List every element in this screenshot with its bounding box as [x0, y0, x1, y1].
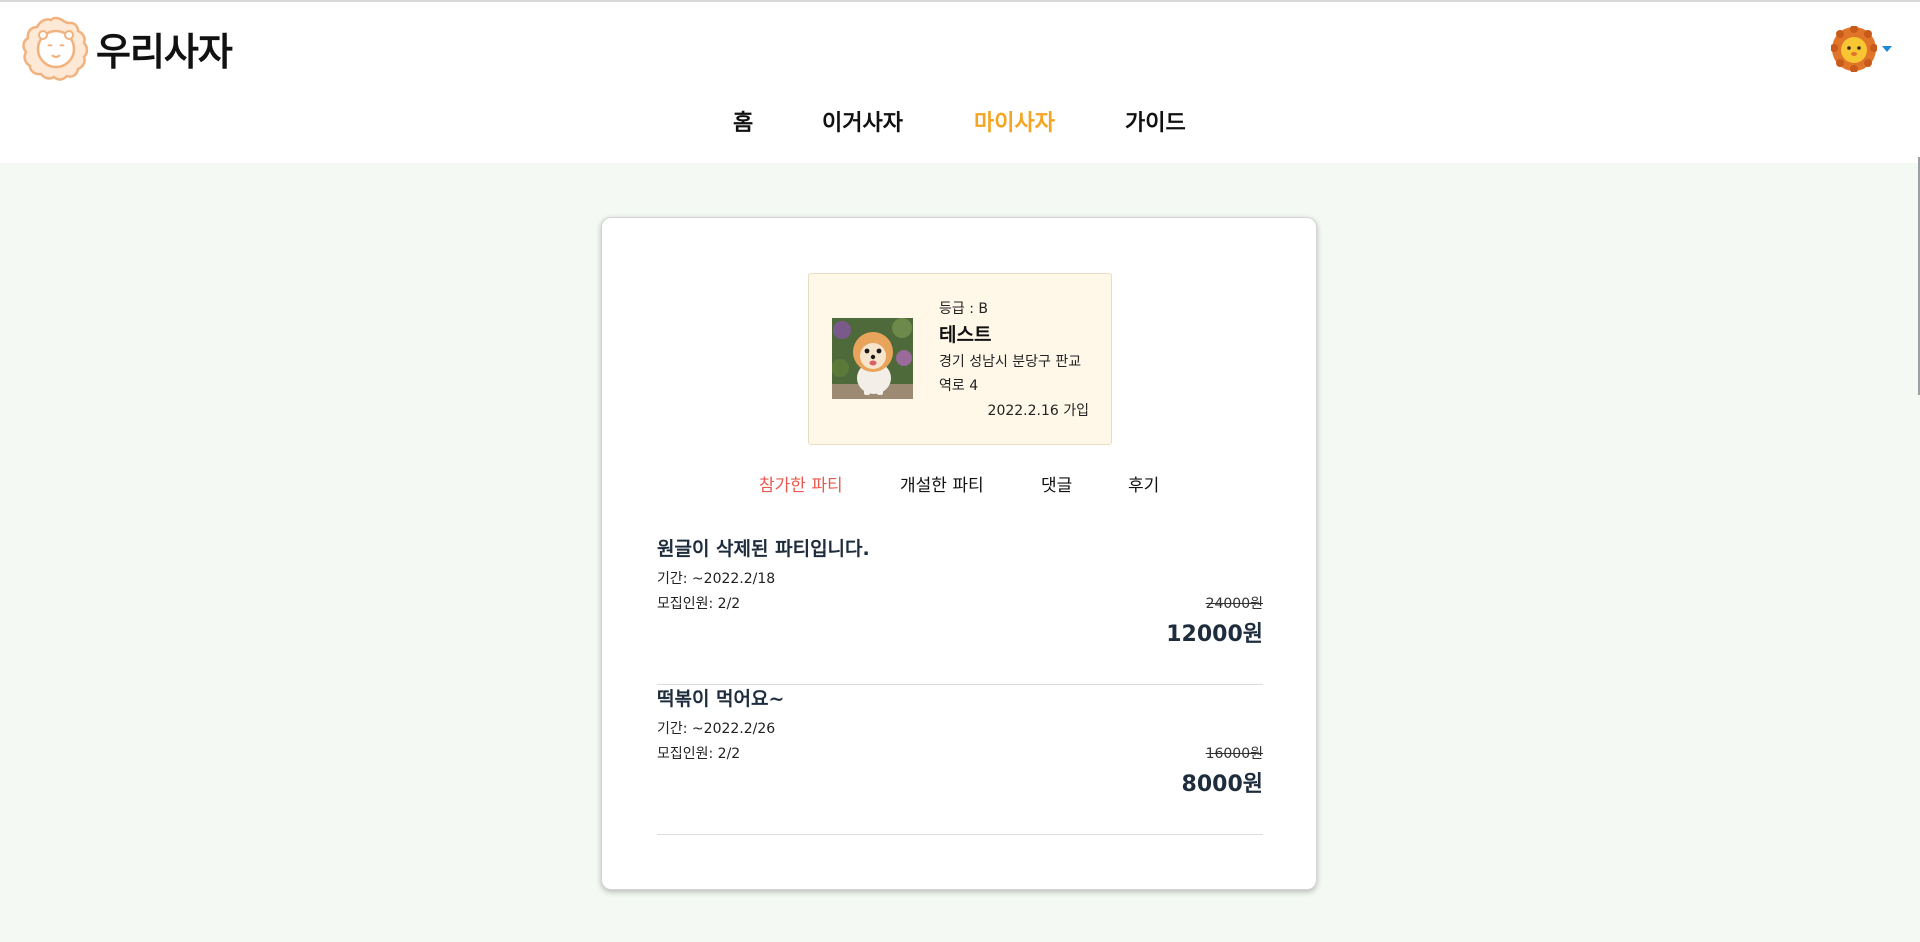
- nav-guide[interactable]: 가이드: [1125, 105, 1186, 137]
- party-title: 원글이 삭제된 파티입니다.: [657, 538, 870, 560]
- tab-joined-parties[interactable]: 참가한 파티: [759, 471, 843, 496]
- profile-card: 등급 : B 테스트 경기 성남시 분당구 판교역로 4 2022.2.16 가…: [808, 273, 1112, 445]
- mypage-card: 등급 : B 테스트 경기 성남시 분당구 판교역로 4 2022.2.16 가…: [601, 217, 1317, 890]
- lion-logo-icon: [22, 16, 89, 81]
- nav-my-page[interactable]: 마이사자: [974, 105, 1055, 137]
- profile-joined-date: 2022.2.16 가입: [987, 403, 1089, 419]
- profile-photo: [832, 318, 913, 399]
- party-title: 떡볶이 먹어요~: [657, 688, 785, 710]
- party-members: 모집인원: 2/2: [657, 746, 741, 762]
- party-list-item[interactable]: 원글이 삭제된 파티입니다. 기간: ~2022.2/18 모집인원: 2/2 …: [657, 534, 1263, 685]
- site-logo[interactable]: 우리사자: [20, 15, 233, 81]
- party-price: 12000원: [1166, 622, 1263, 647]
- tab-reviews[interactable]: 후기: [1128, 471, 1159, 496]
- party-price: 8000원: [1181, 772, 1263, 797]
- tab-comments[interactable]: 댓글: [1041, 471, 1072, 496]
- tab-created-parties[interactable]: 개설한 파티: [900, 471, 984, 496]
- party-original-price: 24000원: [1205, 596, 1263, 612]
- logo-text: 우리사자: [96, 29, 233, 74]
- party-members: 모집인원: 2/2: [657, 596, 741, 612]
- profile-address: 경기 성남시 분당구 판교역로 4: [939, 354, 1082, 394]
- party-original-price: 16000원: [1205, 746, 1263, 762]
- user-menu[interactable]: [1831, 26, 1892, 72]
- chevron-down-icon: [1882, 46, 1892, 52]
- nav-home[interactable]: 홈: [733, 105, 753, 137]
- site-header: 우리사자 홈 이거사자 마이사자 가이드: [0, 2, 1920, 163]
- profile-grade: 등급 : B: [939, 301, 988, 317]
- profile-name: 테스트: [939, 324, 992, 346]
- lion-avatar-icon: [1831, 26, 1877, 72]
- party-period: 기간: ~2022.2/18: [657, 571, 776, 587]
- mypage-tabs: 참가한 파티 개설한 파티 댓글 후기: [602, 471, 1318, 497]
- party-list-item[interactable]: 떡볶이 먹어요~ 기간: ~2022.2/26 모집인원: 2/2 16000원…: [657, 684, 1263, 835]
- party-period: 기간: ~2022.2/26: [657, 721, 776, 737]
- nav-buy-this[interactable]: 이거사자: [822, 105, 903, 137]
